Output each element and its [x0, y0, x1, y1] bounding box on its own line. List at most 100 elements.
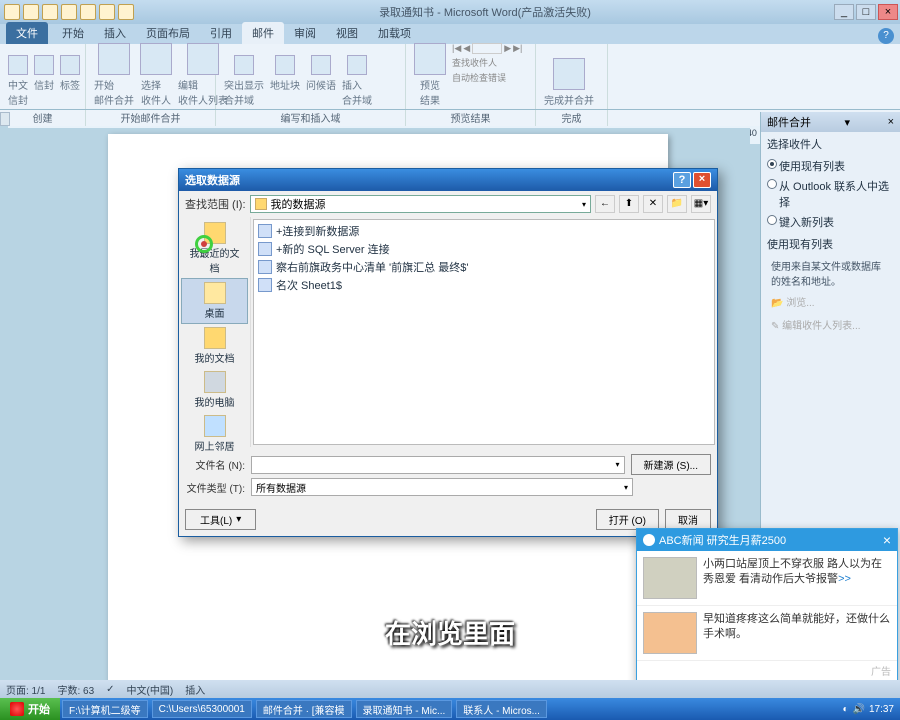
places-sidebar: 我最近的文 档 桌面 我的文档 我的电脑 网上邻居	[179, 217, 251, 447]
qat-open-icon[interactable]	[61, 4, 77, 20]
task-item[interactable]: C:\Users\65300001	[152, 700, 252, 718]
ruler-toggle[interactable]	[0, 112, 10, 126]
up-button[interactable]: ⬆	[619, 195, 639, 213]
list-item[interactable]: +连接到新数据源	[256, 222, 712, 240]
system-tray[interactable]: ◐ 🔊 17:37	[836, 704, 900, 715]
desktop-icon	[204, 282, 226, 304]
new-folder-button[interactable]: 📁	[667, 195, 687, 213]
insert-mode[interactable]: 插入	[185, 682, 205, 697]
option-outlook[interactable]: 从 Outlook 联系人中选择	[761, 176, 900, 212]
insert-merge-field-button[interactable]: 插入 合并域	[342, 55, 372, 107]
qat-save-icon[interactable]	[4, 4, 20, 20]
greeting-line-button[interactable]: 问候语	[306, 55, 336, 107]
qat-new-icon[interactable]	[80, 4, 96, 20]
tab-layout[interactable]: 页面布局	[136, 22, 200, 44]
tab-addins[interactable]: 加载项	[368, 22, 421, 44]
list-item[interactable]: 名次 Sheet1$	[256, 276, 712, 294]
pane-dropdown-icon[interactable]: ▾	[845, 116, 851, 129]
video-caption: 在浏览里面	[385, 614, 515, 651]
language-status[interactable]: 中文(中国)	[127, 682, 174, 697]
sidebar-item-mydocs[interactable]: 我的文档	[181, 324, 248, 368]
nav-record-buttons[interactable]: |◀◀▶▶|	[452, 43, 522, 54]
page-status[interactable]: 页面: 1/1	[6, 682, 45, 697]
news-thumb	[643, 557, 697, 599]
news-popup: ABC新闻 研究生月薪2500 × 小两口站屋顶上不穿衣服 路人以为在秀恩爱 看…	[636, 528, 898, 696]
tray-icon[interactable]: ◐	[842, 704, 848, 715]
select-recipients-button[interactable]: 选择 收件人	[140, 43, 172, 107]
news-item[interactable]: 小两口站屋顶上不穿衣服 路人以为在秀恩爱 看清动作后大爷报警>>	[637, 551, 897, 606]
tools-button[interactable]: 工具(L)▾	[185, 509, 256, 530]
file-list[interactable]: +连接到新数据源 +新的 SQL Server 连接 察右前旗政务中心清单 '前…	[253, 219, 715, 445]
dialog-close-icon[interactable]: ×	[693, 172, 711, 188]
news-close-icon[interactable]: ×	[883, 532, 891, 548]
highlight-merge-button[interactable]: 突出显示 合并域	[224, 55, 264, 107]
news-logo-icon	[643, 534, 655, 546]
option-type-new[interactable]: 键入新列表	[761, 212, 900, 232]
minimize-button[interactable]: _	[834, 4, 854, 20]
task-item[interactable]: F:\计算机二级等	[62, 700, 148, 718]
sidebar-item-desktop[interactable]: 桌面	[181, 278, 248, 324]
tab-mailings[interactable]: 邮件	[242, 22, 284, 44]
maximize-button[interactable]: □	[856, 4, 876, 20]
delete-button[interactable]: ✕	[643, 195, 663, 213]
views-button[interactable]: ▦▾	[691, 195, 711, 213]
tab-view[interactable]: 视图	[326, 22, 368, 44]
window-titlebar: 录取通知书 - Microsoft Word(产品激活失败) _ □ ×	[0, 0, 900, 24]
ribbon-group-finish: 完成并合并	[536, 44, 608, 109]
network-icon	[204, 415, 226, 437]
use-existing-desc: 使用来自某文件或数据库的姓名和地址。	[761, 256, 900, 290]
news-item[interactable]: 早知道疼疼这么简单就能好，还做什么手术啊。	[637, 606, 897, 661]
list-item[interactable]: +新的 SQL Server 连接	[256, 240, 712, 258]
envelopes-chinese-button[interactable]: 中文信封	[8, 55, 28, 107]
qat-redo-icon[interactable]	[42, 4, 58, 20]
tray-icon[interactable]: 🔊	[853, 704, 865, 715]
dialog-help-icon[interactable]: ?	[673, 172, 691, 188]
filetype-combo[interactable]: 所有数据源▾	[251, 478, 633, 496]
labels-button[interactable]: 标签	[60, 55, 80, 107]
option-use-existing[interactable]: 使用现有列表	[761, 156, 900, 176]
chevron-down-icon: ▾	[236, 514, 241, 525]
tab-insert[interactable]: 插入	[94, 22, 136, 44]
word-count[interactable]: 字数: 63	[57, 682, 94, 697]
pane-close-icon[interactable]: ×	[888, 116, 894, 128]
start-button[interactable]: 开始	[0, 698, 60, 720]
help-icon[interactable]: ?	[878, 28, 894, 44]
close-button[interactable]: ×	[878, 4, 898, 20]
dialog-titlebar[interactable]: 选取数据源 ? ×	[179, 169, 717, 191]
task-item[interactable]: 联系人 - Micros...	[456, 700, 547, 718]
address-block-button[interactable]: 地址块	[270, 55, 300, 107]
qat-preview-icon[interactable]	[118, 4, 134, 20]
file-tab[interactable]: 文件	[6, 22, 48, 44]
sidebar-item-network[interactable]: 网上邻居	[181, 412, 248, 456]
tab-home[interactable]: 开始	[52, 22, 94, 44]
windows-logo-icon	[10, 702, 24, 716]
sidebar-item-mypc[interactable]: 我的电脑	[181, 368, 248, 412]
start-mail-merge-button[interactable]: 开始 邮件合并	[94, 43, 134, 107]
ribbon-tabs: 文件 开始 插入 页面布局 引用 邮件 审阅 视图 加载项 ?	[0, 24, 900, 44]
preview-results-button[interactable]: 预览 结果	[414, 43, 446, 107]
filename-input[interactable]: ▾	[251, 456, 625, 474]
qat-print-icon[interactable]	[99, 4, 115, 20]
chevron-down-icon: ▾	[624, 483, 628, 492]
qat-undo-icon[interactable]	[23, 4, 39, 20]
tab-references[interactable]: 引用	[200, 22, 242, 44]
finish-merge-button[interactable]: 完成并合并	[544, 58, 594, 107]
cancel-button[interactable]: 取消	[665, 509, 711, 530]
open-button[interactable]: 打开 (O)	[596, 509, 659, 530]
tab-review[interactable]: 审阅	[284, 22, 326, 44]
new-source-button[interactable]: 新建源 (S)...	[631, 454, 711, 475]
lookin-combo[interactable]: 我的数据源 ▾	[250, 195, 592, 213]
radio-icon	[767, 215, 777, 225]
pane-header: 邮件合并 ▾ ×	[761, 112, 900, 132]
sidebar-item-recent[interactable]: 我最近的文 档	[181, 219, 248, 278]
task-item[interactable]: 录取通知书 - Mic...	[356, 700, 453, 718]
spell-check-icon[interactable]: ✓	[106, 684, 114, 695]
list-item[interactable]: 察右前旗政务中心清单 '前旗汇总 最终$'	[256, 258, 712, 276]
news-header[interactable]: ABC新闻 研究生月薪2500 ×	[637, 529, 897, 551]
envelopes-button[interactable]: 信封	[34, 55, 54, 107]
news-link[interactable]: >>	[838, 573, 851, 585]
browse-link[interactable]: 📂 浏览...	[761, 290, 900, 313]
back-button[interactable]: ←	[595, 195, 615, 213]
task-item[interactable]: 邮件合并 · [兼容模	[256, 700, 352, 718]
clock[interactable]: 17:37	[869, 704, 894, 715]
